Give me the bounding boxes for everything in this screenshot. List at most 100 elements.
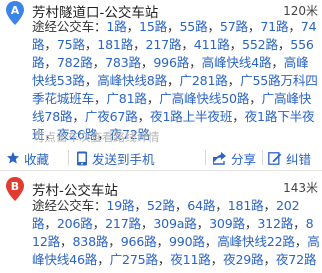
divider — [68, 150, 69, 165]
route-separator: ， — [140, 55, 154, 70]
route-separator: ， — [181, 37, 194, 52]
route-link[interactable]: 996路 — [153, 55, 189, 70]
route-link[interactable]: 广高峰快线50路 — [159, 91, 249, 106]
route-separator: ， — [167, 73, 180, 88]
route-separator: ， — [277, 37, 291, 52]
action-bar: 收藏 发送到手机 分享 纠错 — [0, 146, 322, 172]
route-link[interactable]: 15路 — [139, 19, 167, 34]
route-separator: ， — [229, 37, 243, 52]
route-separator: ， — [97, 252, 110, 267]
phone-icon — [76, 151, 88, 166]
route-link[interactable]: 71路 — [260, 19, 288, 34]
route-link[interactable]: 高峰快线22路 — [217, 234, 295, 249]
favorite-button[interactable]: 收藏 — [6, 146, 49, 170]
route-link[interactable]: 57路 — [220, 19, 248, 34]
star-icon — [6, 151, 20, 165]
route-link[interactable]: 55路 — [179, 19, 207, 34]
route-separator: ， — [44, 55, 57, 70]
marker-b-icon: B — [5, 176, 25, 202]
route-link[interactable]: 838路 — [72, 234, 108, 249]
route-link[interactable]: 高峰快线4路 — [202, 55, 272, 70]
route-link[interactable]: 217路 — [105, 216, 141, 231]
share-icon — [212, 151, 227, 165]
edit-icon — [268, 151, 282, 165]
route-separator: ， — [44, 37, 57, 52]
route-separator: ， — [247, 19, 261, 34]
route-separator: ， — [294, 234, 308, 249]
route-separator: ， — [249, 91, 262, 106]
route-separator: ， — [293, 216, 306, 231]
route-link[interactable]: 966路 — [121, 234, 157, 249]
route-separator: ， — [133, 37, 146, 52]
route-separator: ， — [157, 252, 171, 267]
station-name[interactable]: 芳村-公交车站 — [32, 179, 118, 199]
route-separator: ， — [84, 37, 98, 52]
route-link[interactable]: 206路 — [57, 216, 93, 231]
route-link[interactable]: 广275路 — [110, 252, 158, 267]
route-separator: ， — [93, 91, 107, 106]
route-link[interactable]: 52路 — [147, 198, 175, 213]
route-separator: ， — [137, 109, 151, 124]
route-separator: ， — [134, 198, 147, 213]
report-error-label: 纠错 — [286, 151, 312, 167]
route-link[interactable]: 782路 — [57, 55, 93, 70]
route-link[interactable]: 夜11路 — [170, 252, 211, 267]
route-link[interactable]: 783路 — [105, 55, 141, 70]
route-link[interactable]: 75路 — [57, 37, 85, 52]
station-card-b: B 芳村-公交车站 143米 途经公交车：19路，52路，64路，181路，20… — [0, 171, 322, 273]
route-separator: ， — [156, 234, 170, 249]
share-button[interactable]: 分享 — [212, 146, 256, 170]
route-separator: ， — [207, 19, 220, 34]
station-card-a: A 芳村隧道口-公交车站 120米 途经公交车：1路，15路，55路，57路，7… — [0, 0, 322, 170]
divider — [262, 150, 263, 165]
route-link[interactable]: 夜72路 — [276, 252, 317, 267]
route-separator: ， — [244, 216, 258, 231]
route-separator: ， — [72, 109, 85, 124]
route-separator: ， — [204, 234, 218, 249]
route-separator: ， — [232, 109, 245, 124]
route-list: 途经公交车：1路，15路，55路，57路，71路，74路，75路，181路，21… — [32, 18, 320, 144]
route-separator: ， — [92, 55, 106, 70]
route-link[interactable]: 1路 — [106, 19, 126, 34]
send-to-phone-label: 发送到手机 — [92, 151, 155, 167]
favorite-label: 收藏 — [24, 151, 50, 167]
route-link[interactable]: 217路 — [146, 37, 182, 52]
marker-a-icon: A — [5, 0, 25, 26]
route-link[interactable]: 309路 — [209, 216, 245, 231]
route-hint: 可点击车次查看路线详情 — [33, 130, 160, 144]
route-separator: ， — [60, 234, 73, 249]
route-separator: ， — [227, 73, 241, 88]
station-distance: 143米 — [283, 181, 318, 195]
route-separator: ， — [146, 91, 160, 106]
route-separator: ， — [84, 73, 98, 88]
send-to-phone-button[interactable]: 发送到手机 — [76, 146, 155, 170]
route-link[interactable]: 411路 — [194, 37, 230, 52]
route-separator: ， — [271, 55, 284, 70]
route-separator: ， — [126, 19, 140, 34]
route-separator: ， — [263, 198, 277, 213]
route-link[interactable]: 552路 — [242, 37, 278, 52]
route-separator: ， — [92, 216, 106, 231]
route-link[interactable]: 309a路 — [153, 216, 197, 231]
svg-text:B: B — [11, 180, 19, 193]
route-link[interactable]: 990路 — [169, 234, 205, 249]
route-link[interactable]: 181路 — [97, 37, 133, 52]
report-error-button[interactable]: 纠错 — [268, 146, 311, 170]
route-link[interactable]: 广281路 — [179, 73, 227, 88]
route-separator: ， — [263, 252, 277, 267]
route-list: 途经公交车：19路，52路，64路，181路，202路，206路，217路，30… — [32, 197, 320, 269]
route-separator: ， — [210, 252, 224, 267]
route-link[interactable]: 夜29路 — [223, 252, 264, 267]
route-separator: ， — [196, 216, 210, 231]
route-link[interactable]: 19路 — [106, 198, 134, 213]
route-link[interactable]: 高峰快线8路 — [97, 73, 167, 88]
route-link[interactable]: 181路 — [228, 198, 264, 213]
route-link[interactable]: 夜1路上半夜班 — [150, 109, 232, 124]
route-link[interactable]: 64路 — [187, 198, 215, 213]
route-link[interactable]: 312路 — [257, 216, 293, 231]
route-separator: ， — [167, 19, 180, 34]
route-link[interactable]: 广夜67路 — [85, 109, 138, 124]
routes-prefix: 途经公交车： — [32, 19, 107, 34]
route-link[interactable]: 广81路 — [106, 91, 147, 106]
route-separator: ， — [140, 216, 154, 231]
